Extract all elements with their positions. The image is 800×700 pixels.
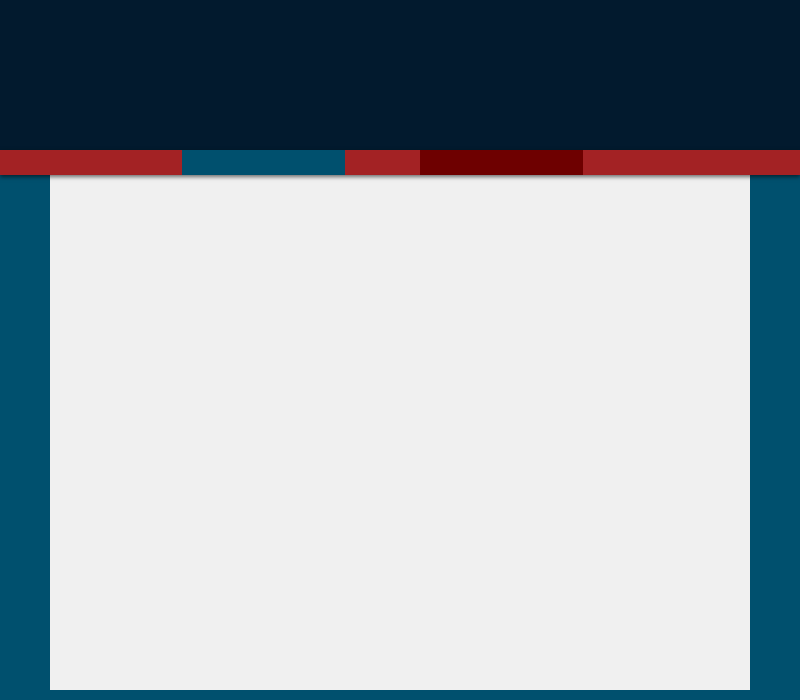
nav-bar bbox=[0, 150, 800, 175]
nav-item-3[interactable] bbox=[345, 150, 420, 175]
nav-item-1[interactable] bbox=[0, 150, 182, 175]
header-banner bbox=[0, 0, 800, 150]
nav-item-4-hover[interactable] bbox=[420, 150, 583, 175]
nav-item-2-active[interactable] bbox=[182, 150, 345, 175]
content-panel bbox=[50, 175, 750, 690]
nav-item-5[interactable] bbox=[583, 150, 800, 175]
